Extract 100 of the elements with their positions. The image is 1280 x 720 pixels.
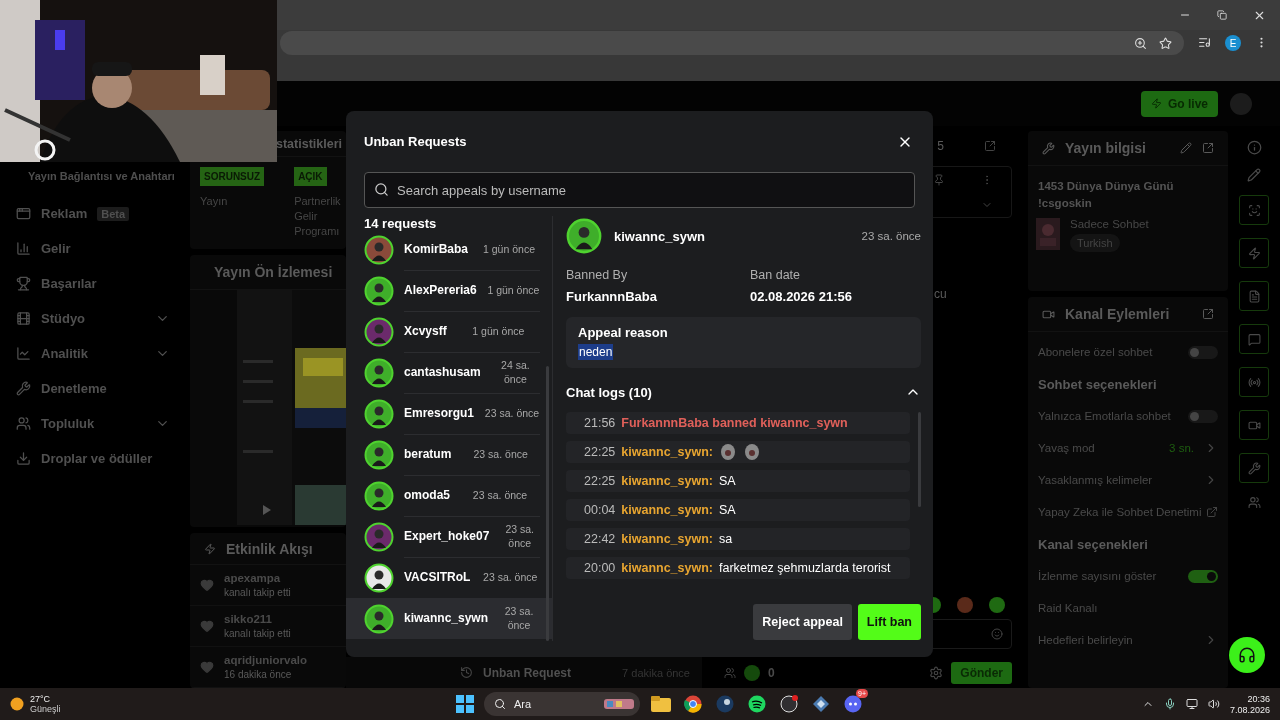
sidebar-item[interactable]: Droplar ve ödüller [0, 441, 190, 476]
pin-icon[interactable] [933, 173, 945, 186]
bar-chart-icon [16, 241, 31, 256]
info-icon[interactable] [1246, 140, 1262, 155]
users-icon[interactable] [1247, 496, 1261, 509]
setting-label[interactable]: Yasaklanmış kelimeler [1038, 474, 1153, 486]
search-field[interactable]: Search appeals by username [364, 172, 915, 208]
request-username: cantashusam [404, 365, 481, 379]
setting-label[interactable]: Raid Kanalı [1038, 602, 1098, 614]
toggle-switch[interactable] [1188, 569, 1218, 583]
request-item[interactable]: cantashusam 24 sa. önce [346, 352, 552, 393]
sun-icon [10, 697, 24, 711]
media-control-icon[interactable] [1198, 36, 1211, 49]
emote-icon[interactable] [989, 597, 1005, 613]
field-value: FurkannnBaba [566, 289, 658, 304]
request-username: Emresorgu1 [404, 406, 475, 420]
lift-ban-button[interactable]: Lift ban [857, 604, 921, 640]
toggle-switch[interactable] [1188, 345, 1218, 359]
folder-icon[interactable] [650, 693, 672, 715]
section-heading: Sohbet seçenekleri [1038, 376, 1157, 392]
go-live-button[interactable]: Go live [1141, 90, 1218, 117]
popout-icon[interactable] [1202, 142, 1214, 154]
chat-message: farketmez şehmuzlarda terorist [719, 561, 891, 575]
browser-icon[interactable] [682, 693, 704, 715]
rail-button[interactable] [1239, 195, 1269, 225]
emoji-icon[interactable] [991, 628, 1003, 640]
request-item[interactable]: omoda5 23 sa. önce [346, 475, 552, 516]
activity-action: kanalı takip etti [224, 628, 291, 639]
lightning-icon [1151, 98, 1162, 109]
clock-date: 7.08.2026 [1229, 704, 1270, 715]
request-item[interactable]: Emresorgu1 23 sa. önce [346, 393, 552, 434]
category-name: Sadece Sohbet [1070, 218, 1149, 230]
sidebar-item[interactable]: Analitik [0, 336, 190, 371]
request-item[interactable]: Expert_hoke07 23 sa. önce [346, 516, 552, 557]
zoom-icon[interactable] [1134, 36, 1147, 50]
setting-label[interactable]: Hedefleri belirleyin [1038, 634, 1133, 646]
sidebar-item[interactable]: Başarılar [0, 266, 190, 301]
appeal-time: 23 sa. önce [861, 230, 921, 242]
recorder-icon[interactable] [778, 693, 800, 715]
status-label: Yayın [200, 194, 229, 209]
sidebar-item[interactable]: Denetleme [0, 371, 190, 406]
start-icon[interactable] [456, 695, 474, 713]
activity-time: 16 dakika önce [224, 669, 293, 680]
user-avatar [364, 234, 394, 265]
reject-button[interactable]: Reject appeal [753, 604, 852, 640]
user-avatar [364, 603, 394, 634]
sidebar-item[interactable]: Stüdyo [0, 301, 190, 336]
setting-label[interactable]: Yavaş mod [1038, 442, 1095, 454]
edit-icon[interactable] [1247, 168, 1261, 182]
steam-icon[interactable] [714, 693, 736, 715]
network-icon[interactable] [1185, 698, 1198, 710]
popout-icon[interactable] [1202, 308, 1214, 320]
dialog-title: Unban Requests [364, 134, 467, 149]
request-item[interactable]: kiwannc_sywn 23 sa. önce [346, 598, 552, 639]
activity-user: sikko211 [224, 613, 273, 625]
sidebar-item[interactable]: Gelir [0, 231, 190, 266]
window-icon [16, 206, 31, 221]
download-icon [16, 451, 31, 466]
emote-icon[interactable] [957, 597, 973, 613]
microphone-icon[interactable] [1163, 698, 1176, 710]
send-button[interactable]: Gönder [951, 661, 1012, 684]
headset-icon [1238, 646, 1256, 664]
rail-button[interactable] [1239, 238, 1269, 268]
profile-avatar[interactable]: E [1225, 35, 1241, 51]
rail-button[interactable] [1239, 410, 1269, 440]
clock[interactable]: 20:36 7.08.2026 [1229, 693, 1270, 715]
log-time: 20:00 [584, 561, 616, 575]
toggle-switch[interactable] [1188, 409, 1218, 423]
support-button[interactable] [1229, 637, 1265, 673]
request-item[interactable]: KomirBaba 1 gün önce [346, 234, 552, 270]
request-time: 1 gün önce [471, 324, 526, 338]
user-avatar [364, 480, 394, 511]
rail-button[interactable] [1239, 281, 1269, 311]
request-item[interactable]: AlexPereria6 1 gün önce [346, 270, 552, 311]
wrench-icon [16, 381, 31, 396]
user-avatar [364, 439, 394, 470]
rail-button[interactable] [1239, 453, 1269, 483]
spotify-icon[interactable] [746, 693, 768, 715]
activity-user: aqridjuniorvalo [224, 654, 308, 666]
volume-icon[interactable] [1207, 698, 1220, 710]
rail-button[interactable] [1239, 367, 1269, 397]
request-username: omoda5 [404, 488, 450, 502]
taskbar-search[interactable]: Ara [484, 692, 640, 716]
setting-label[interactable]: Yapay Zeka ile Sohbet Denetimi [1038, 506, 1202, 518]
sidebar-item[interactable]: Topluluk [0, 406, 190, 441]
history-icon [460, 666, 473, 679]
heart-icon [200, 619, 214, 633]
sidebar-label: Gelir [41, 241, 71, 256]
request-item[interactable]: Xcvysff 1 gün önce [346, 311, 552, 352]
restore-icon[interactable] [1217, 10, 1227, 20]
settings-icon[interactable] [929, 665, 944, 680]
panel-title: Appeal reason [578, 325, 669, 340]
popout-icon[interactable] [984, 140, 996, 152]
section-title: Chat logs (10) [566, 384, 652, 400]
edit-icon[interactable] [1180, 142, 1192, 154]
request-username: AlexPereria6 [404, 283, 477, 297]
request-item[interactable]: beratum 23 sa. önce [346, 434, 552, 475]
bookmark-star-icon[interactable] [1159, 36, 1172, 50]
rail-button[interactable] [1239, 324, 1269, 354]
user-avatar [364, 521, 394, 552]
